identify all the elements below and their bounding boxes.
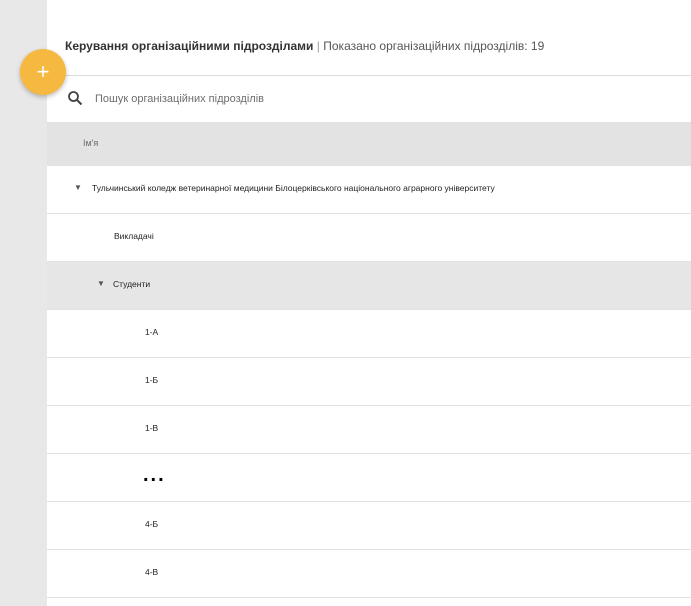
tree-row-group[interactable]: 4-В [47, 550, 691, 598]
tree-row-label: Студенти [113, 279, 151, 289]
search-bar [47, 76, 691, 123]
tree-row-group[interactable]: 1-Б [47, 358, 691, 406]
tree-row-group[interactable]: 1-А [47, 310, 691, 358]
ou-panel: Керування організаційними підрозділами |… [47, 0, 691, 606]
tree-row-college[interactable]: ▼ Тульчинський коледж ветеринарної медиц… [47, 166, 691, 214]
tree-row-label: 1-Б [145, 375, 159, 385]
tree-row-group[interactable]: 1-В [47, 406, 691, 454]
plus-icon: + [36, 59, 50, 84]
ou-management-page: Керування організаційними підрозділами |… [0, 0, 691, 606]
tree-row-label: 1-В [145, 423, 159, 433]
add-ou-button[interactable]: + [20, 49, 66, 95]
search-icon[interactable] [67, 90, 83, 106]
tree-row-teachers[interactable]: Викладачі [47, 214, 691, 262]
tree-row-label: Викладачі [114, 231, 154, 241]
tree-row-students[interactable]: ▼ Студенти [47, 262, 691, 310]
ou-tree: ▼ Тульчинський коледж ветеринарної медиц… [47, 166, 691, 598]
tree-row-label: 1-А [145, 327, 159, 337]
title-separator: | [316, 39, 320, 53]
search-input[interactable] [95, 89, 655, 109]
panel-header: Керування організаційними підрозділами |… [47, 0, 691, 76]
tree-row-group[interactable]: 4-Б [47, 502, 691, 550]
caret-down-icon[interactable]: ▼ [97, 279, 105, 288]
tree-row-label: Тульчинський коледж ветеринарної медицин… [92, 183, 495, 193]
ou-count-text: Показано організаційних підрозділів: 19 [323, 39, 545, 53]
caret-down-icon[interactable]: ▼ [74, 183, 82, 192]
column-header-name[interactable]: Ім'я [83, 138, 98, 148]
ellipsis-text: ... [143, 464, 166, 486]
tree-row-ellipsis: ... [47, 454, 691, 502]
tree-row-label: 4-Б [145, 519, 159, 529]
page-title: Керування організаційними підрозділами |… [65, 39, 544, 53]
title-text: Керування організаційними підрозділами [65, 39, 314, 53]
column-header: Ім'я [47, 123, 691, 166]
tree-row-label: 4-В [145, 567, 159, 577]
